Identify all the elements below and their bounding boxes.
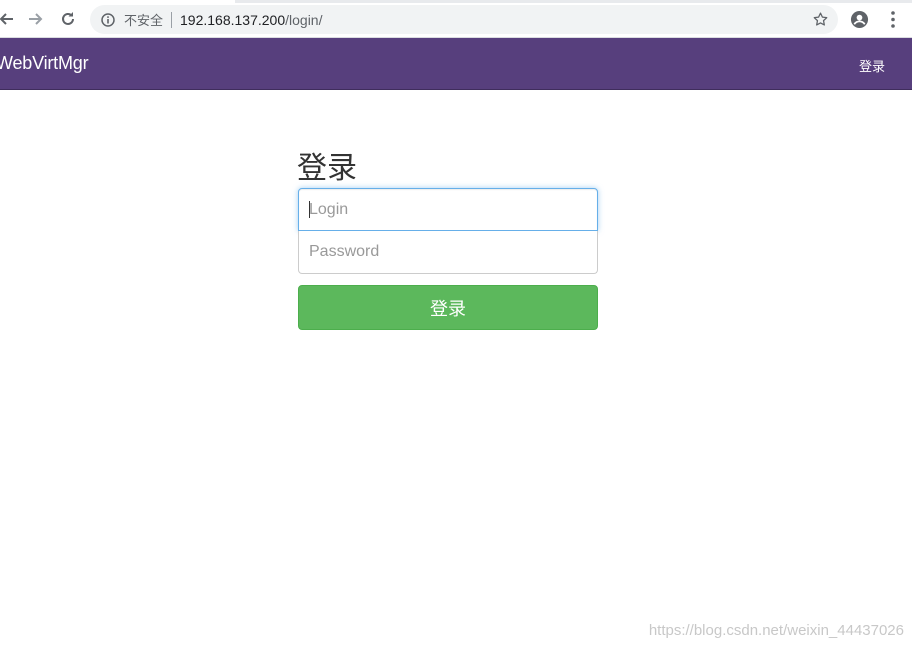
login-input[interactable] (298, 188, 598, 231)
omnibox-divider (171, 11, 173, 28)
kebab-menu-icon[interactable] (884, 10, 902, 29)
address-bar[interactable]: 不安全 192.168.137.200/login/ (90, 5, 838, 34)
security-label: 不安全 (124, 14, 164, 29)
app-navbar: WebVirtMgr 登录 (0, 38, 912, 90)
password-input[interactable] (298, 231, 598, 274)
url-host: 192.168.137.200 (180, 11, 286, 28)
reload-icon[interactable] (58, 9, 78, 29)
url-path: /login/ (285, 11, 323, 28)
info-icon[interactable] (101, 12, 116, 27)
browser-toolbar: 不安全 192.168.137.200/login/ (0, 0, 912, 38)
watermark: https://blog.csdn.net/weixin_44437026 (648, 622, 904, 639)
star-icon[interactable] (812, 11, 829, 28)
navbar-login-link[interactable]: 登录 (859, 56, 885, 75)
tab-strip (235, 0, 912, 3)
profile-icon[interactable] (850, 10, 869, 29)
forward-arrow-icon[interactable] (26, 9, 46, 29)
brand-link[interactable]: WebVirtMgr (0, 53, 89, 74)
back-arrow-icon[interactable] (0, 9, 16, 29)
login-submit-button[interactable]: 登录 (298, 285, 598, 330)
text-caret (309, 201, 310, 218)
page-title: 登录 (297, 151, 357, 186)
